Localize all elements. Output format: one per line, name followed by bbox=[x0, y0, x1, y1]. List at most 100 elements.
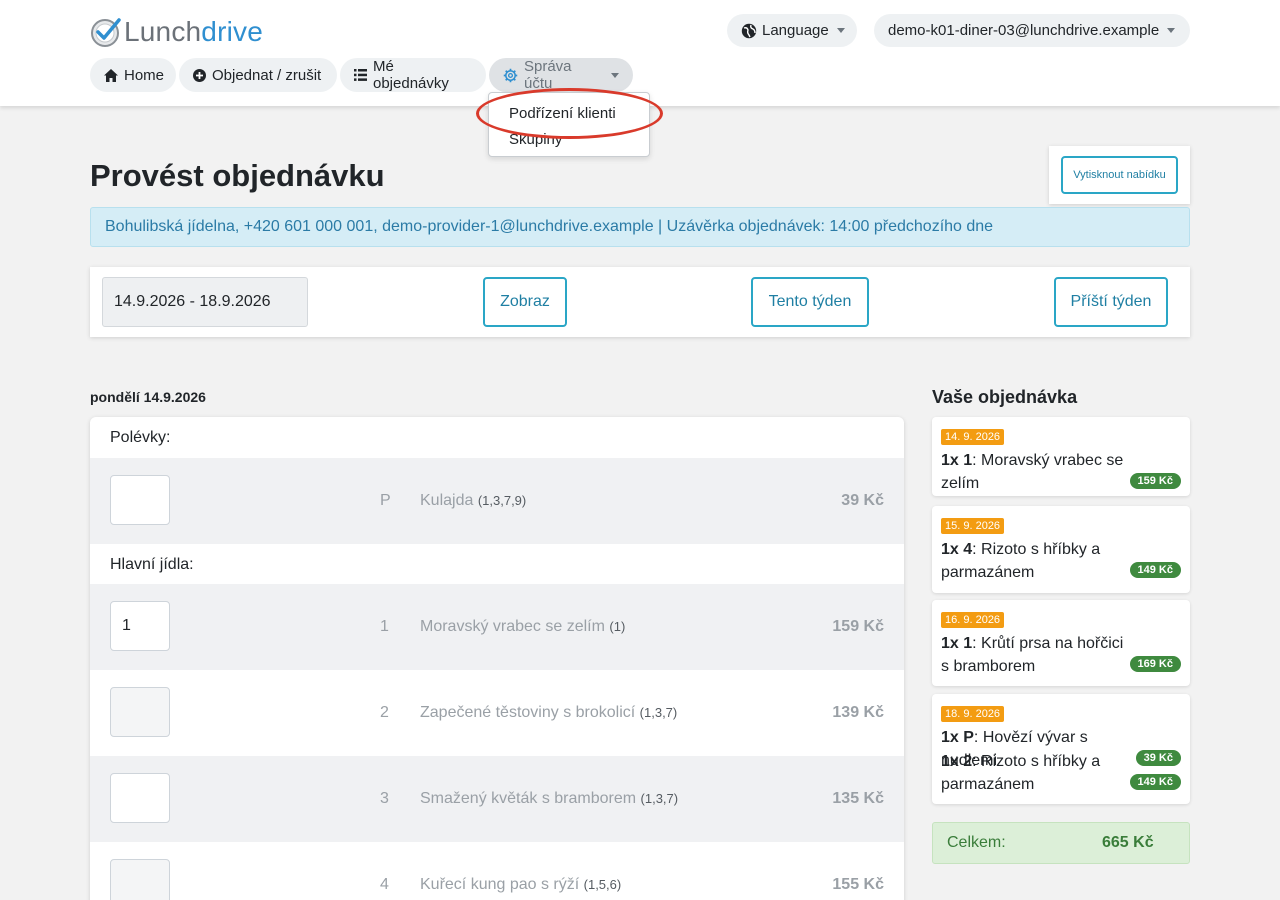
dish-code: 2 bbox=[380, 704, 389, 721]
brand-name-part1: Lunch bbox=[124, 16, 202, 47]
order-price-badge: 169 Kč bbox=[1129, 656, 1181, 672]
order-price-badge: 39 Kč bbox=[1135, 750, 1181, 766]
dish-code: 1 bbox=[380, 618, 389, 635]
print-menu-button[interactable]: Vytisknout nabídku bbox=[1061, 156, 1178, 194]
order-date-badge: 14. 9. 2026 bbox=[941, 429, 1005, 445]
app-logo[interactable]: Lunchdrive bbox=[90, 14, 263, 50]
next-week-button[interactable]: Příští týden bbox=[1054, 277, 1168, 327]
nav-order[interactable]: Objednat / zrušit bbox=[179, 58, 337, 92]
quantity-input[interactable] bbox=[110, 475, 170, 525]
provider-info-text: Bohulibská jídelna, +420 601 000 001, de… bbox=[105, 218, 994, 235]
dish-name-wrapper: Moravský vrabec se zelím (1) bbox=[420, 618, 625, 636]
gear-icon bbox=[503, 68, 518, 83]
dish-allergens: (1,5,6) bbox=[583, 877, 622, 892]
menu-row: 1 1 Moravský vrabec se zelím (1) 159 Kč bbox=[90, 584, 904, 670]
home-icon bbox=[104, 68, 118, 82]
plus-circle-icon bbox=[193, 68, 206, 82]
top-header: Lunchdrive Language demo-k01-diner-03@lu… bbox=[0, 0, 1280, 106]
dish-code: 3 bbox=[380, 790, 389, 807]
week-selector: 14.9.2026 - 18.9.2026 Zobraz Tento týden… bbox=[90, 267, 1190, 337]
dish-name: Kulajda bbox=[420, 492, 474, 509]
chevron-down-icon bbox=[611, 72, 619, 78]
dish-allergens: (1) bbox=[609, 619, 626, 634]
nav-account-label: Správa účtu bbox=[524, 58, 572, 92]
total-value: 665 Kč bbox=[1102, 834, 1154, 851]
dish-name-wrapper: Smažený květák s bramborem (1,3,7) bbox=[420, 790, 678, 808]
nav-home-label: Home bbox=[124, 66, 165, 84]
user-menu-dropdown[interactable]: demo-k01-diner-03@lunchdrive.example bbox=[874, 14, 1190, 47]
order-line-qty: 1x 1 bbox=[941, 635, 973, 652]
order-date-badge: 15. 9. 2026 bbox=[941, 518, 1005, 534]
provider-info-alert: Bohulibská jídelna, +420 601 000 001, de… bbox=[90, 207, 1190, 247]
dish-code: 4 bbox=[380, 876, 389, 893]
nav-home[interactable]: Home bbox=[90, 58, 176, 92]
dish-price: 135 Kč bbox=[832, 790, 884, 807]
dish-name: Smažený květák s bramborem bbox=[420, 790, 637, 807]
menu-row: 4 Kuřecí kung pao s rýží (1,5,6) 155 Kč bbox=[90, 842, 904, 900]
order-line-qty: 1x 2 bbox=[941, 753, 973, 770]
chevron-down-icon bbox=[836, 28, 845, 33]
order-card: 18. 9. 2026 1x P: Hovězí vývar s nudlemi… bbox=[932, 694, 1190, 804]
dish-code: P bbox=[380, 492, 391, 509]
menu-row: 3 Smažený květák s bramborem (1,3,7) 135… bbox=[90, 756, 904, 842]
order-card: 14. 9. 2026 1x 1: Moravský vrabec se zel… bbox=[932, 417, 1190, 496]
order-line-qty: 1x P bbox=[941, 729, 974, 746]
dish-name-wrapper: Zapečené těstoviny s brokolicí (1,3,7) bbox=[420, 704, 677, 722]
this-week-button[interactable]: Tento týden bbox=[751, 277, 869, 327]
mains-section-label: Hlavní jídla: bbox=[110, 556, 194, 573]
nav-order-label: Objednat / zrušit bbox=[212, 66, 322, 84]
nav-my-orders[interactable]: Mé objednávky bbox=[340, 58, 486, 92]
quantity-input[interactable] bbox=[110, 773, 170, 823]
order-summary-title: Vaše objednávka bbox=[932, 387, 1078, 407]
language-label: Language bbox=[762, 22, 829, 39]
brand-name-part2: drive bbox=[201, 16, 263, 47]
dish-name-wrapper: Kuřecí kung pao s rýží (1,5,6) bbox=[420, 876, 621, 894]
quantity-input[interactable]: 1 bbox=[110, 601, 170, 651]
dish-allergens: (1,3,7,9) bbox=[477, 493, 527, 508]
nav-account-management[interactable]: Správa účtu bbox=[489, 58, 633, 92]
order-price-badge: 159 Kč bbox=[1129, 473, 1181, 489]
dish-name: Kuřecí kung pao s rýží bbox=[420, 876, 580, 893]
order-line: 1x 4: Rizoto s hříbky a parmazánem bbox=[941, 541, 1101, 581]
show-button[interactable]: Zobraz bbox=[483, 277, 567, 327]
globe-icon bbox=[741, 23, 757, 39]
page-title: Provést objednávku bbox=[90, 158, 385, 193]
dish-allergens: (1,3,7) bbox=[639, 705, 678, 720]
dish-name: Moravský vrabec se zelím bbox=[420, 618, 605, 635]
dish-price: 159 Kč bbox=[832, 618, 884, 635]
highlight-annotation bbox=[476, 88, 663, 139]
total-label: Celkem: bbox=[947, 834, 1006, 851]
soups-section-label: Polévky: bbox=[110, 429, 171, 446]
order-line: 1x 1: Krůtí prsa na hořčici s bramborem bbox=[941, 635, 1124, 675]
dish-price: 39 Kč bbox=[841, 492, 884, 509]
day-heading: pondělí 14.9.2026 bbox=[90, 389, 206, 405]
order-date-badge: 18. 9. 2026 bbox=[941, 706, 1005, 722]
order-line: 1x 1: Moravský vrabec se zelím bbox=[941, 452, 1124, 492]
order-card: 15. 9. 2026 1x 4: Rizoto s hříbky a parm… bbox=[932, 506, 1190, 593]
order-total: Celkem: 665 Kč bbox=[932, 822, 1190, 864]
order-line-qty: 1x 4 bbox=[941, 541, 973, 558]
date-range-input[interactable]: 14.9.2026 - 18.9.2026 bbox=[102, 277, 308, 327]
logo-check-icon bbox=[90, 16, 122, 48]
day-menu-card: Polévky: P Kulajda (1,3,7,9) 39 Kč Hlavn… bbox=[90, 417, 904, 900]
language-dropdown[interactable]: Language bbox=[727, 14, 857, 47]
user-email: demo-k01-diner-03@lunchdrive.example bbox=[888, 22, 1160, 39]
dish-name: Zapečené těstoviny s brokolicí bbox=[420, 704, 636, 721]
dish-allergens: (1,3,7) bbox=[640, 791, 679, 806]
nav-my-orders-label: Mé objednávky bbox=[373, 58, 449, 92]
chevron-down-icon bbox=[1167, 28, 1176, 33]
dish-name-wrapper: Kulajda (1,3,7,9) bbox=[420, 492, 526, 510]
dish-price: 139 Kč bbox=[832, 704, 884, 721]
print-card: Vytisknout nabídku bbox=[1049, 146, 1190, 204]
order-line: 1x 2: Rizoto s hříbky a parmazánem bbox=[941, 753, 1101, 793]
order-price-badge: 149 Kč bbox=[1129, 774, 1181, 790]
brand-name: Lunchdrive bbox=[124, 16, 263, 48]
menu-row: P Kulajda (1,3,7,9) 39 Kč bbox=[90, 458, 904, 544]
menu-row: 2 Zapečené těstoviny s brokolicí (1,3,7)… bbox=[90, 670, 904, 756]
dish-price: 155 Kč bbox=[832, 876, 884, 893]
order-date-badge: 16. 9. 2026 bbox=[941, 612, 1005, 628]
order-card: 16. 9. 2026 1x 1: Krůtí prsa na hořčici … bbox=[932, 600, 1190, 686]
quantity-input[interactable] bbox=[110, 859, 170, 900]
list-icon bbox=[354, 69, 367, 81]
quantity-input[interactable] bbox=[110, 687, 170, 737]
